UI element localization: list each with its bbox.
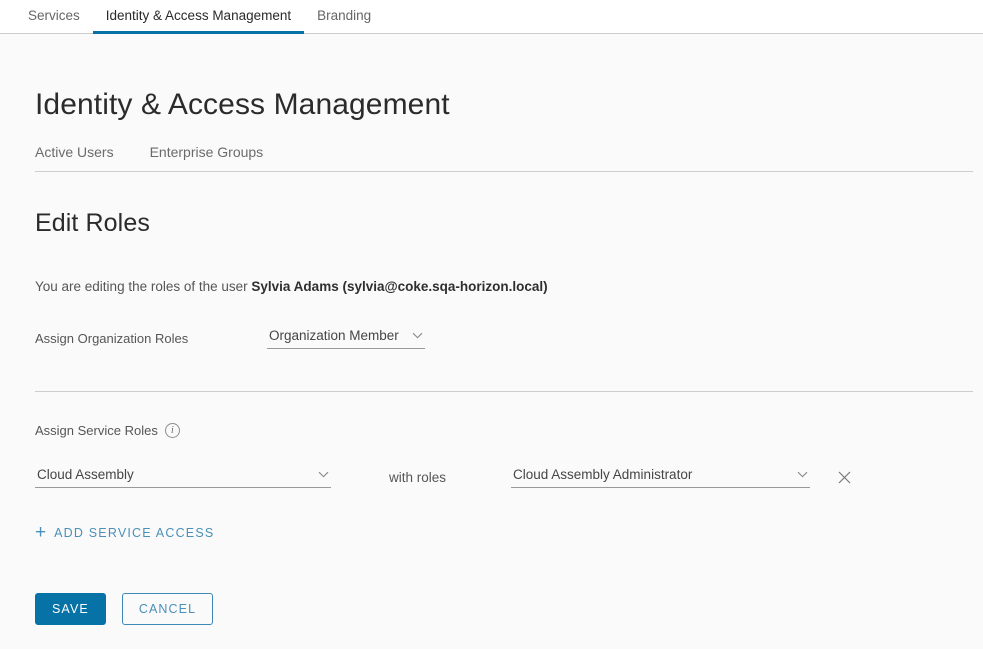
edit-roles-description: You are editing the roles of the user Sy… (35, 238, 948, 294)
assign-service-roles-header: Assign Service Roles i (35, 392, 948, 438)
info-icon-glyph: i (170, 425, 174, 436)
tab-branding[interactable]: Branding (304, 0, 384, 34)
service-role-row: Cloud Assembly with roles Cloud Assembly… (35, 438, 948, 488)
page-title: Identity & Access Management (35, 88, 450, 121)
chevron-down-icon (797, 471, 808, 478)
top-navigation-bar: Services Identity & Access Management Br… (0, 0, 983, 34)
role-select[interactable]: Cloud Assembly Administrator (511, 467, 810, 488)
tab-services[interactable]: Services (15, 0, 93, 34)
remove-service-role-button[interactable] (833, 466, 855, 488)
subtab-enterprise-groups-label: Enterprise Groups (149, 144, 264, 160)
cancel-button[interactable]: Cancel (121, 593, 214, 625)
subtab-enterprise-groups[interactable]: Enterprise Groups (150, 144, 264, 171)
subtab-active-users[interactable]: Active Users (35, 144, 114, 171)
organization-role-select[interactable]: Organization Member (267, 328, 425, 349)
chevron-down-icon (318, 471, 329, 478)
close-icon (838, 471, 851, 484)
service-select[interactable]: Cloud Assembly (35, 467, 331, 488)
sub-tab-bar: Active Users Enterprise Groups (35, 144, 973, 172)
edit-roles-description-prefix: You are editing the roles of the user (35, 279, 252, 294)
tab-branding-label: Branding (317, 8, 372, 23)
form-actions: Save Cancel (35, 543, 948, 625)
tab-identity-access-management-label: Identity & Access Management (105, 8, 292, 23)
subtab-active-users-label: Active Users (35, 144, 114, 160)
organization-role-selected-value: Organization Member (269, 328, 399, 343)
plus-icon: + (35, 522, 47, 543)
add-service-access-button[interactable]: + Add Service Access (35, 523, 214, 542)
assign-organization-roles-label: Assign Organization Roles (35, 331, 189, 346)
with-roles-label: with roles (389, 469, 447, 485)
tab-identity-access-management[interactable]: Identity & Access Management (92, 0, 305, 34)
assign-organization-roles-row: Assign Organization Roles Organization M… (35, 294, 948, 349)
edit-roles-user-name: Sylvia Adams (sylvia@coke.sqa-horizon.lo… (251, 279, 548, 294)
service-selected-value: Cloud Assembly (37, 466, 134, 482)
info-icon[interactable]: i (164, 423, 180, 438)
add-service-access-label: Add Service Access (54, 525, 215, 540)
assign-service-roles-label: Assign Service Roles (35, 423, 158, 438)
role-selected-value: Cloud Assembly Administrator (513, 466, 693, 482)
page-content: Identity & Access Management Active User… (0, 34, 983, 625)
chevron-down-icon (412, 332, 423, 339)
section-title-edit-roles: Edit Roles (35, 209, 150, 237)
save-button[interactable]: Save (35, 593, 106, 625)
tab-services-label: Services (28, 8, 80, 23)
